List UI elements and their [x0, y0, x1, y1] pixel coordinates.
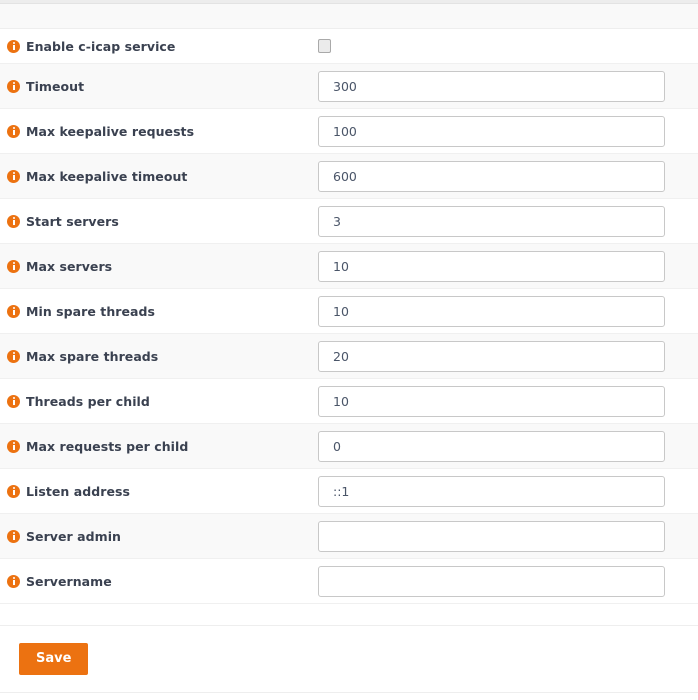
label-max-requests-per-child: Max requests per child — [26, 438, 189, 454]
label-start-servers: Start servers — [26, 213, 119, 229]
input-timeout[interactable] — [318, 70, 665, 102]
field-cell-max-spare-threads — [318, 340, 698, 372]
info-icon[interactable] — [7, 484, 20, 498]
form-row-max-spare-threads: Max spare threads — [0, 334, 698, 379]
label-server-admin: Server admin — [26, 528, 121, 544]
info-icon[interactable] — [7, 394, 20, 408]
info-icon[interactable] — [7, 529, 20, 543]
form-row-max-servers: Max servers — [0, 244, 698, 289]
info-icon[interactable] — [7, 349, 20, 363]
label-cell-timeout: Timeout — [0, 79, 318, 94]
label-max-keepalive-timeout: Max keepalive timeout — [26, 168, 188, 184]
label-cell-max-keepalive-requests: Max keepalive requests — [0, 124, 318, 139]
save-button[interactable]: Save — [19, 643, 89, 675]
c-icap-settings-page: Enable c-icap service Timeout Max keepaliv… — [0, 0, 698, 700]
input-max-keepalive-timeout[interactable] — [318, 160, 665, 192]
field-cell-max-servers — [318, 250, 698, 282]
label-min-spare-threads: Min spare threads — [26, 303, 155, 319]
label-cell-listen-address: Listen address — [0, 484, 318, 499]
info-icon[interactable] — [7, 124, 20, 138]
info-icon[interactable] — [7, 39, 20, 53]
form-row-max-keepalive-requests: Max keepalive requests — [0, 109, 698, 154]
label-enable-c-icap-service: Enable c-icap service — [26, 38, 176, 54]
label-cell-start-servers: Start servers — [0, 214, 318, 229]
label-max-keepalive-requests: Max keepalive requests — [26, 123, 195, 139]
form-row-start-servers: Start servers — [0, 199, 698, 244]
form-row-max-keepalive-timeout: Max keepalive timeout — [0, 154, 698, 199]
field-cell-listen-address — [318, 475, 698, 507]
form-row-timeout: Timeout — [0, 64, 698, 109]
form-row-max-requests-per-child: Max requests per child — [0, 424, 698, 469]
info-icon[interactable] — [7, 259, 20, 273]
field-cell-max-requests-per-child — [318, 430, 698, 462]
input-start-servers[interactable] — [318, 205, 665, 237]
input-listen-address[interactable] — [318, 475, 665, 507]
settings-form: Enable c-icap service Timeout Max keepaliv… — [0, 29, 698, 604]
label-cell-max-spare-threads: Max spare threads — [0, 349, 318, 364]
input-server-admin[interactable] — [318, 520, 665, 552]
info-icon[interactable] — [7, 79, 20, 93]
info-icon[interactable] — [7, 169, 20, 183]
form-row-min-spare-threads: Min spare threads — [0, 289, 698, 334]
label-cell-max-keepalive-timeout: Max keepalive timeout — [0, 169, 318, 184]
input-max-keepalive-requests[interactable] — [318, 115, 665, 147]
save-bar-spacer — [0, 604, 698, 626]
form-row-servername: Servername — [0, 559, 698, 604]
field-cell-enable-c-icap-service — [318, 39, 698, 53]
input-max-servers[interactable] — [318, 250, 665, 282]
label-servername: Servername — [26, 573, 112, 589]
label-threads-per-child: Threads per child — [26, 393, 150, 409]
field-cell-max-keepalive-requests — [318, 115, 698, 147]
label-max-spare-threads: Max spare threads — [26, 348, 159, 364]
form-header-spacer — [0, 4, 698, 29]
form-row-threads-per-child: Threads per child — [0, 379, 698, 424]
input-max-spare-threads[interactable] — [318, 340, 665, 372]
form-row-listen-address: Listen address — [0, 469, 698, 514]
label-cell-max-requests-per-child: Max requests per child — [0, 439, 318, 454]
label-cell-threads-per-child: Threads per child — [0, 394, 318, 409]
label-cell-max-servers: Max servers — [0, 259, 318, 274]
input-threads-per-child[interactable] — [318, 385, 665, 417]
field-cell-start-servers — [318, 205, 698, 237]
save-bar: Save — [0, 626, 698, 693]
field-cell-servername — [318, 565, 698, 597]
label-cell-server-admin: Server admin — [0, 529, 318, 544]
info-icon[interactable] — [7, 574, 20, 588]
info-icon[interactable] — [7, 214, 20, 228]
field-cell-min-spare-threads — [318, 295, 698, 327]
input-servername[interactable] — [318, 565, 665, 597]
field-cell-timeout — [318, 70, 698, 102]
checkbox-enable-c-icap-service[interactable] — [318, 39, 331, 53]
field-cell-server-admin — [318, 520, 698, 552]
page-bottom-fill — [0, 693, 698, 700]
label-timeout: Timeout — [26, 78, 85, 94]
form-row-enable-c-icap-service: Enable c-icap service — [0, 29, 698, 64]
label-cell-min-spare-threads: Min spare threads — [0, 304, 318, 319]
label-cell-servername: Servername — [0, 574, 318, 589]
info-icon[interactable] — [7, 304, 20, 318]
label-cell-enable-c-icap-service: Enable c-icap service — [0, 39, 318, 54]
field-cell-max-keepalive-timeout — [318, 160, 698, 192]
input-min-spare-threads[interactable] — [318, 295, 665, 327]
field-cell-threads-per-child — [318, 385, 698, 417]
form-row-server-admin: Server admin — [0, 514, 698, 559]
label-max-servers: Max servers — [26, 258, 113, 274]
info-icon[interactable] — [7, 439, 20, 453]
label-listen-address: Listen address — [26, 483, 130, 499]
input-max-requests-per-child[interactable] — [318, 430, 665, 462]
